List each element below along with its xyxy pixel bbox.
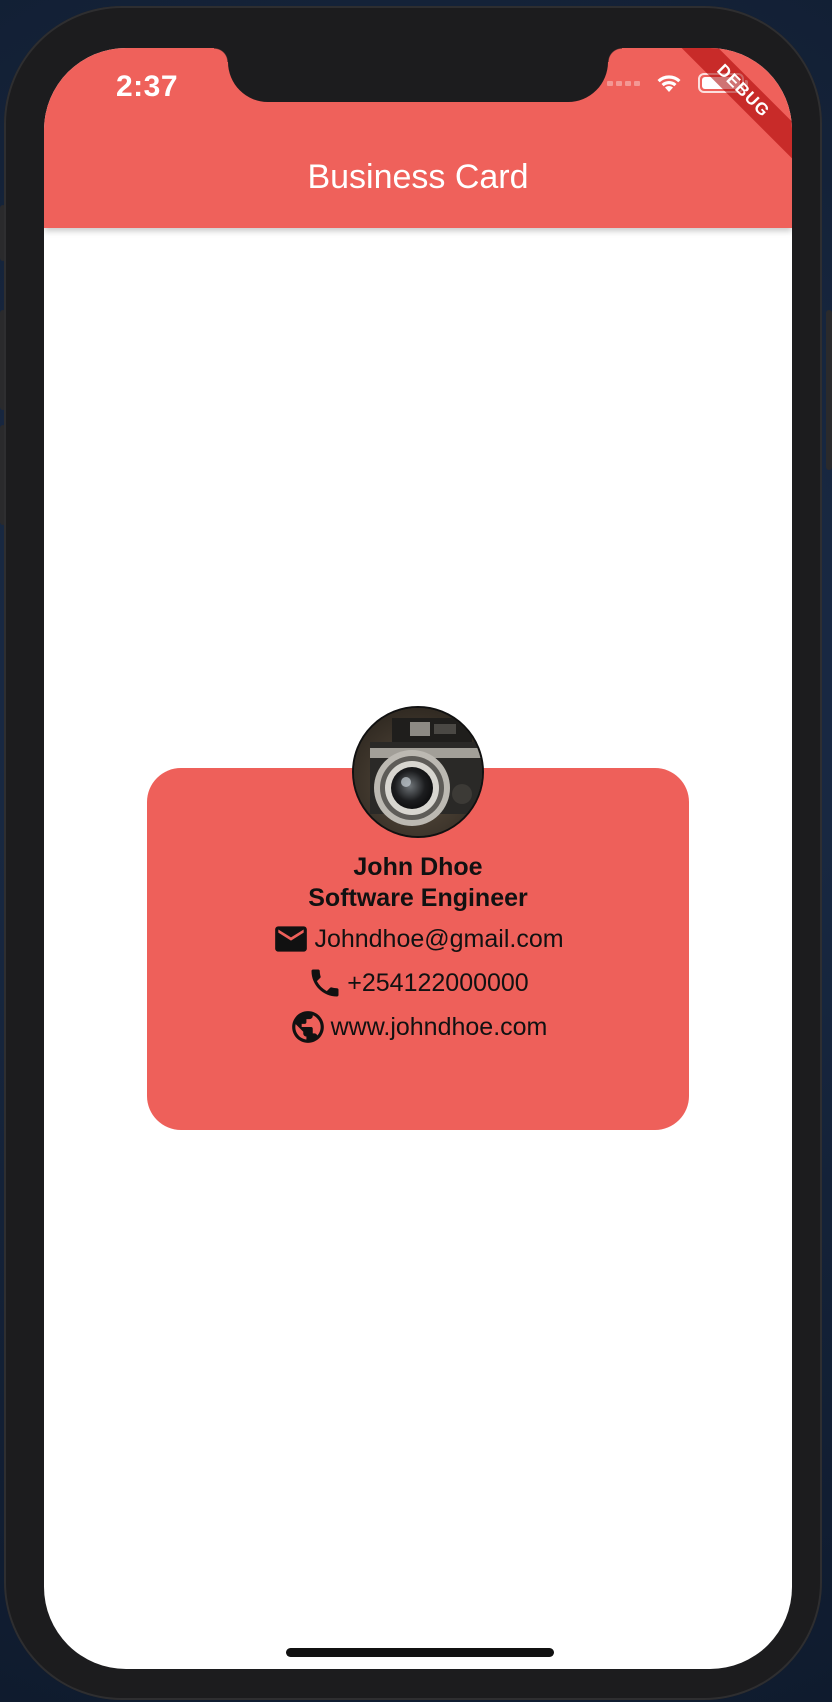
globe-icon (291, 1011, 324, 1043)
card-content: John Dhoe Software Engineer Johndhoe@gma… (147, 852, 689, 1046)
contact-website: www.johndhoe.com (330, 1012, 548, 1041)
contact-email: Johndhoe@gmail.com (314, 924, 564, 953)
phone-frame: 2:37 Business Card DEBUG John Dhoe Softw… (4, 6, 822, 1700)
home-indicator[interactable] (286, 1648, 554, 1657)
contact-phone: +254122000000 (347, 968, 529, 997)
contact-website-row[interactable]: www.johndhoe.com (289, 1008, 548, 1046)
debug-banner-container: DEBUG (662, 48, 792, 178)
contact-email-row[interactable]: Johndhoe@gmail.com (272, 920, 564, 958)
simulator-background: 2:37 Business Card DEBUG John Dhoe Softw… (0, 0, 832, 1702)
contact-phone-row[interactable]: +254122000000 (307, 964, 529, 1002)
phone-screen: 2:37 Business Card DEBUG John Dhoe Softw… (44, 48, 792, 1669)
screen-notch (214, 48, 622, 102)
cellular-signal-icon (607, 80, 640, 86)
job-title: Software Engineer (308, 884, 528, 912)
profile-avatar (352, 706, 484, 838)
camera-photo-icon (354, 708, 482, 836)
phone-icon (311, 969, 339, 997)
debug-banner: DEBUG (666, 48, 792, 168)
power-button (826, 310, 832, 470)
mail-icon (275, 926, 308, 952)
person-name: John Dhoe (353, 853, 483, 881)
status-time: 2:37 (116, 70, 179, 103)
